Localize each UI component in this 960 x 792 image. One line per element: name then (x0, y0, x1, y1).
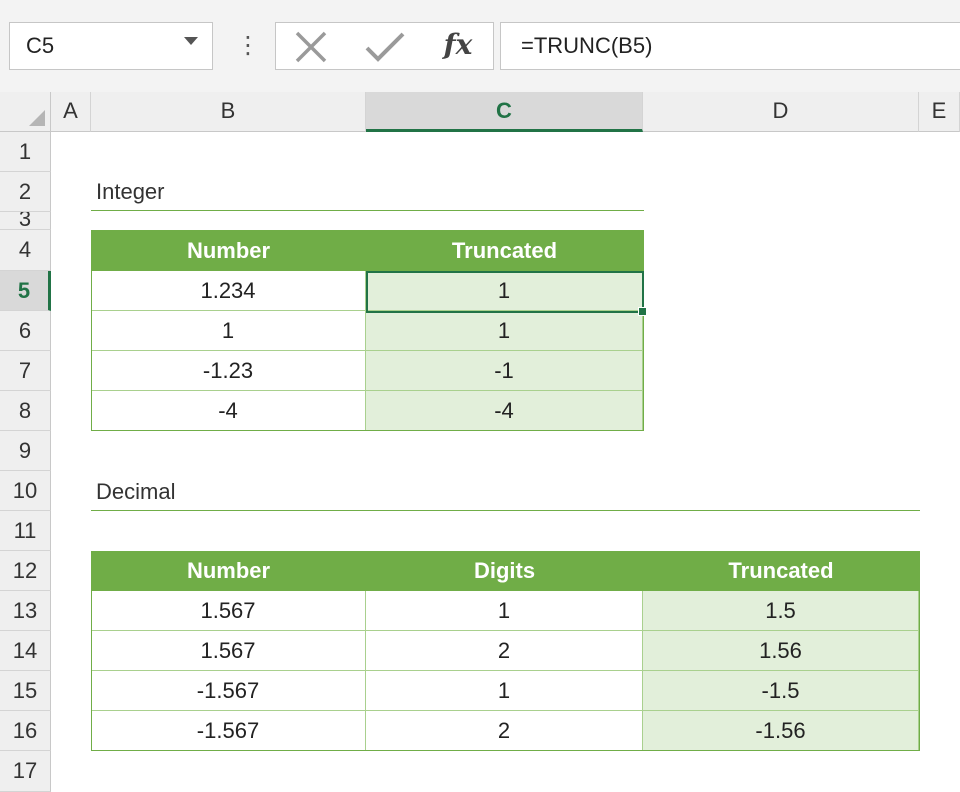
decimal-header-number: Number (91, 551, 366, 591)
column-header-d[interactable]: D (643, 92, 919, 132)
check-icon[interactable] (363, 29, 407, 65)
row-header-17[interactable]: 17 (0, 751, 51, 792)
select-all-triangle-icon (29, 110, 45, 126)
fx-icon[interactable]: fx (432, 22, 484, 70)
integer-cell[interactable]: -4 (91, 391, 366, 431)
integer-cell[interactable]: 1.234 (91, 271, 366, 311)
row-header-9[interactable]: 9 (0, 431, 51, 471)
decimal-cell[interactable]: 1.56 (643, 631, 919, 671)
row-header-16[interactable]: 16 (0, 711, 51, 751)
column-header-b[interactable]: B (91, 92, 366, 132)
decimal-cell[interactable]: 1.5 (643, 591, 919, 631)
row-header-2[interactable]: 2 (0, 172, 51, 212)
row-header-7[interactable]: 7 (0, 351, 51, 391)
decimal-title: Decimal (96, 479, 176, 504)
column-header-e[interactable]: E (919, 92, 960, 132)
decimal-cell[interactable]: -1.5 (643, 671, 919, 711)
integer-cell[interactable]: 1 (366, 311, 643, 351)
decimal-cell[interactable]: 1.567 (91, 591, 366, 631)
integer-cell[interactable]: -1.23 (91, 351, 366, 391)
chevron-down-icon[interactable] (184, 37, 198, 45)
decimal-cell[interactable]: -1.567 (91, 671, 366, 711)
integer-cell[interactable]: -1 (366, 351, 643, 391)
row-header-12[interactable]: 12 (0, 551, 51, 591)
integer-cell[interactable]: -4 (366, 391, 643, 431)
row-header-11[interactable]: 11 (0, 511, 51, 551)
row-header-10[interactable]: 10 (0, 471, 51, 511)
fill-handle[interactable] (638, 307, 647, 316)
integer-cell[interactable]: 1 (366, 271, 643, 311)
decimal-header-digits: Digits (366, 551, 643, 591)
decimal-cell[interactable]: 2 (366, 711, 643, 751)
decimal-header-truncated: Truncated (643, 551, 919, 591)
row-header-3[interactable]: 3 (0, 212, 51, 230)
decimal-cell[interactable]: 1 (366, 591, 643, 631)
decimal-title-underline (91, 510, 920, 511)
formula-input[interactable]: =TRUNC(B5) (500, 22, 960, 70)
column-header-a[interactable]: A (51, 92, 91, 132)
integer-header-truncated: Truncated (366, 230, 643, 271)
x-icon[interactable] (291, 29, 331, 65)
decimal-cell[interactable]: -1.56 (643, 711, 919, 751)
name-box[interactable]: C5 (9, 22, 213, 70)
integer-title: Integer (96, 179, 165, 204)
row-header-6[interactable]: 6 (0, 311, 51, 351)
row-header-8[interactable]: 8 (0, 391, 51, 431)
decimal-cell[interactable]: 1.567 (91, 631, 366, 671)
row-header-4[interactable]: 4 (0, 230, 51, 271)
row-header-15[interactable]: 15 (0, 671, 51, 711)
decimal-cell[interactable]: -1.567 (91, 711, 366, 751)
row-header-1[interactable]: 1 (0, 132, 51, 172)
decimal-cell[interactable]: 2 (366, 631, 643, 671)
row-header-13[interactable]: 13 (0, 591, 51, 631)
row-header-5[interactable]: 5 (0, 271, 51, 311)
integer-title-underline (91, 210, 644, 211)
row-header-14[interactable]: 14 (0, 631, 51, 671)
more-options-icon[interactable]: ⋮ (236, 30, 260, 64)
column-header-c[interactable]: C (366, 92, 643, 132)
decimal-cell[interactable]: 1 (366, 671, 643, 711)
integer-cell[interactable]: 1 (91, 311, 366, 351)
integer-header-number: Number (91, 230, 366, 271)
